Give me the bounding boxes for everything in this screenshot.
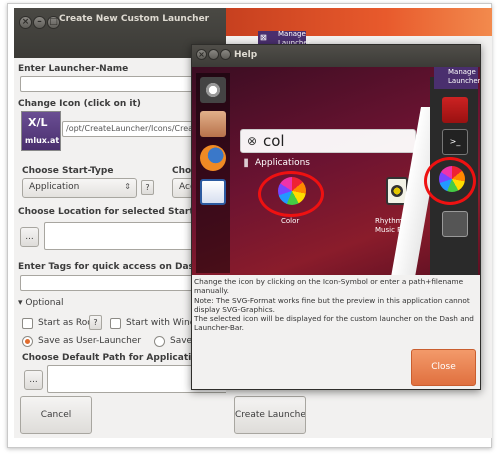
optional-label: Optional bbox=[25, 298, 64, 308]
speaker-icon bbox=[391, 185, 403, 197]
help-manage-logo: Manage Launcher bbox=[434, 67, 480, 89]
help-minimize-icon[interactable] bbox=[208, 49, 219, 60]
icon-logo-top: X/L bbox=[28, 116, 48, 129]
expander-arrow-icon: ▾ bbox=[18, 298, 23, 308]
location-label: Choose Location for selected Start-Type bbox=[18, 207, 220, 217]
logo-manage-text: Manage bbox=[278, 30, 306, 38]
applications-icon: ⫼ bbox=[244, 159, 249, 169]
start-type-select[interactable]: Application ⇕ bbox=[22, 178, 137, 198]
firefox-icon bbox=[200, 145, 226, 171]
save-user-radio[interactable] bbox=[22, 336, 33, 347]
clear-search-icon: ⊗ bbox=[247, 134, 258, 148]
root-help-button[interactable]: ? bbox=[89, 315, 102, 330]
help-titlebar: × Help bbox=[192, 45, 480, 67]
color-launcher-icon bbox=[439, 166, 465, 192]
help-launcher-text: Launcher bbox=[448, 77, 480, 85]
help-description: Change the icon by clicking on the Icon-… bbox=[194, 277, 474, 333]
location-browse-button[interactable]: ... bbox=[20, 227, 39, 247]
icon-logo-bottom: mlux.at bbox=[25, 136, 60, 145]
window-title: Create New Custom Launcher bbox=[59, 14, 210, 24]
start-type-help-button[interactable]: ? bbox=[141, 180, 154, 195]
start-with-wine-checkbox[interactable] bbox=[110, 318, 121, 329]
close-icon[interactable]: × bbox=[19, 16, 32, 29]
help-close-icon[interactable]: × bbox=[196, 49, 207, 60]
create-launcher-button[interactable]: Create Launcher bbox=[234, 396, 306, 434]
start-type-label: Choose Start-Type bbox=[22, 166, 114, 176]
save-system-radio[interactable] bbox=[154, 336, 165, 347]
start-type-value: Application bbox=[29, 182, 80, 192]
dash-search-box: ⊗ col bbox=[240, 129, 416, 153]
dash-search-text: col bbox=[263, 132, 285, 150]
help-window-title: Help bbox=[234, 50, 258, 60]
combo-arrows-icon: ⇕ bbox=[124, 182, 131, 191]
help-maximize-icon[interactable] bbox=[220, 49, 231, 60]
cancel-button[interactable]: Cancel bbox=[20, 396, 92, 434]
rhythmbox-label-1: Rhythm bbox=[375, 217, 403, 225]
start-with-wine-label: Start with Wine bbox=[126, 318, 196, 328]
minimize-icon[interactable]: – bbox=[33, 16, 46, 29]
default-path-label: Choose Default Path for Application bbox=[22, 353, 204, 363]
dash-icon bbox=[200, 77, 226, 103]
workspace-icon bbox=[442, 211, 468, 237]
logo-x-icon: ⊠ bbox=[260, 33, 267, 42]
color-app-icon bbox=[278, 177, 306, 205]
color-app-label: Color bbox=[281, 217, 300, 225]
files-icon bbox=[200, 111, 226, 137]
optional-expander[interactable]: ▾ Optional bbox=[18, 298, 63, 308]
terminal-icon: >_ bbox=[442, 129, 468, 155]
save-user-label: Save as User-Launcher bbox=[38, 336, 142, 346]
tools-icon bbox=[442, 97, 468, 123]
writer-icon bbox=[200, 179, 226, 205]
help-window: × Help ⊗ col ⫼ Applications Color Rhythm… bbox=[191, 44, 481, 390]
help-close-button[interactable]: Close bbox=[411, 349, 476, 386]
help-screenshot: ⊗ col ⫼ Applications Color Rhythm Music … bbox=[192, 67, 480, 275]
launcher-bar bbox=[196, 73, 230, 273]
rhythmbox-label-2: Music P bbox=[375, 226, 402, 234]
launcher-name-label: Enter Launcher-Name bbox=[18, 64, 129, 74]
start-as-root-checkbox[interactable] bbox=[22, 318, 33, 329]
tags-label: Enter Tags for quick access on Dash bbox=[18, 262, 201, 272]
start-as-root-label: Start as Root bbox=[38, 318, 97, 328]
default-path-browse-button[interactable]: ... bbox=[24, 370, 43, 390]
applications-label: Applications bbox=[255, 158, 310, 168]
change-icon-label: Change Icon (click on it) bbox=[18, 99, 141, 109]
help-manage-text: Manage bbox=[448, 68, 476, 76]
launcher-icon-button[interactable]: X/L mlux.at bbox=[21, 111, 61, 151]
